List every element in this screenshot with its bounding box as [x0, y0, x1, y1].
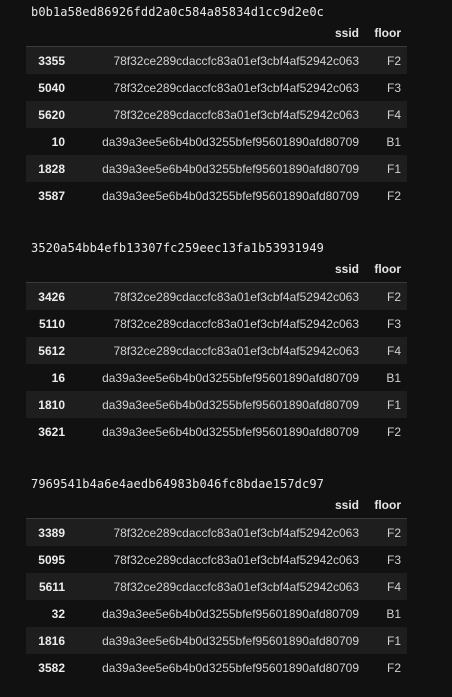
ssid-cell: 78f32ce289cdaccfc83a01ef3cbf4af52942c063	[71, 282, 365, 310]
row-index: 5095	[26, 546, 71, 573]
floor-cell: F1	[365, 391, 407, 418]
row-index: 1816	[26, 627, 71, 654]
ssid-cell: da39a3ee5e6b4b0d3255bfef95601890afd80709	[71, 182, 365, 209]
ssid-cell: 78f32ce289cdaccfc83a01ef3cbf4af52942c063	[71, 573, 365, 600]
ssid-cell: da39a3ee5e6b4b0d3255bfef95601890afd80709	[71, 600, 365, 627]
row-index: 1810	[26, 391, 71, 418]
index-column-header	[26, 491, 71, 519]
row-index: 5040	[26, 74, 71, 101]
floor-cell: F2	[365, 46, 407, 74]
ssid-cell: 78f32ce289cdaccfc83a01ef3cbf4af52942c063	[71, 310, 365, 337]
floor-cell: F2	[365, 518, 407, 546]
floor-cell: B1	[365, 128, 407, 155]
table-row: 10 da39a3ee5e6b4b0d3255bfef95601890afd807…	[26, 128, 407, 155]
floor-cell: B1	[365, 600, 407, 627]
table-row: 5620 78f32ce289cdaccfc83a01ef3cbf4af52942…	[26, 101, 407, 128]
ssid-cell: 78f32ce289cdaccfc83a01ef3cbf4af52942c063	[71, 101, 365, 128]
ssid-cell: da39a3ee5e6b4b0d3255bfef95601890afd80709	[71, 418, 365, 445]
floor-cell: F3	[365, 74, 407, 101]
floor-cell: F4	[365, 573, 407, 600]
row-index: 3587	[26, 182, 71, 209]
table-row: 3355 78f32ce289cdaccfc83a01ef3cbf4af52942…	[26, 46, 407, 74]
row-index: 3426	[26, 282, 71, 310]
floor-cell: F3	[365, 546, 407, 573]
table-row: 3426 78f32ce289cdaccfc83a01ef3cbf4af52942…	[26, 282, 407, 310]
row-index: 5611	[26, 573, 71, 600]
floor-cell: F4	[365, 337, 407, 364]
floor-cell: F2	[365, 654, 407, 681]
ssid-column-header: ssid	[71, 491, 365, 519]
table-row: 1828 da39a3ee5e6b4b0d3255bfef95601890afd8…	[26, 155, 407, 182]
row-index: 3355	[26, 46, 71, 74]
table-row: 1810 da39a3ee5e6b4b0d3255bfef95601890afd8…	[26, 391, 407, 418]
ssid-cell: 78f32ce289cdaccfc83a01ef3cbf4af52942c063	[71, 74, 365, 101]
ssid-cell: da39a3ee5e6b4b0d3255bfef95601890afd80709	[71, 654, 365, 681]
row-index: 5612	[26, 337, 71, 364]
dataframe-table: ssid floor 3355 78f32ce289cdaccfc83a01ef3…	[26, 19, 407, 209]
table-row: 5095 78f32ce289cdaccfc83a01ef3cbf4af52942…	[26, 546, 407, 573]
dataframe-table: ssid floor 3426 78f32ce289cdaccfc83a01ef3…	[26, 255, 407, 445]
table-header-row: ssid floor	[26, 255, 407, 283]
ssid-column-header: ssid	[71, 255, 365, 283]
table-row: 5612 78f32ce289cdaccfc83a01ef3cbf4af52942…	[26, 337, 407, 364]
table-header-row: ssid floor	[26, 491, 407, 519]
table-row: 32 da39a3ee5e6b4b0d3255bfef95601890afd807…	[26, 600, 407, 627]
row-index: 16	[26, 364, 71, 391]
floor-cell: F3	[365, 310, 407, 337]
table-row: 1816 da39a3ee5e6b4b0d3255bfef95601890afd8…	[26, 627, 407, 654]
row-index: 3582	[26, 654, 71, 681]
row-index: 10	[26, 128, 71, 155]
ssid-column-header: ssid	[71, 19, 365, 47]
ssid-cell: da39a3ee5e6b4b0d3255bfef95601890afd80709	[71, 627, 365, 654]
dataframe-title: 3520a54bb4efb13307fc259eec13fa1b53931949	[31, 241, 324, 255]
table-row: 5611 78f32ce289cdaccfc83a01ef3cbf4af52942…	[26, 573, 407, 600]
floor-cell: F4	[365, 101, 407, 128]
row-index: 3621	[26, 418, 71, 445]
index-column-header	[26, 19, 71, 47]
floor-cell: F2	[365, 182, 407, 209]
dataframe-title: b0b1a58ed86926fdd2a0c584a85834d1cc9d2e0c	[31, 5, 324, 19]
table-row: 3389 78f32ce289cdaccfc83a01ef3cbf4af52942…	[26, 518, 407, 546]
row-index: 3389	[26, 518, 71, 546]
ssid-cell: da39a3ee5e6b4b0d3255bfef95601890afd80709	[71, 128, 365, 155]
floor-cell: B1	[365, 364, 407, 391]
dataframe-title: 7969541b4a6e4aedb64983b046fc8bdae157dc97	[31, 477, 324, 491]
row-index: 32	[26, 600, 71, 627]
dataframe-table: ssid floor 3389 78f32ce289cdaccfc83a01ef3…	[26, 491, 407, 681]
ssid-cell: 78f32ce289cdaccfc83a01ef3cbf4af52942c063	[71, 46, 365, 74]
floor-column-header: floor	[365, 255, 407, 283]
table-header-row: ssid floor	[26, 19, 407, 47]
table-row: 5110 78f32ce289cdaccfc83a01ef3cbf4af52942…	[26, 310, 407, 337]
table-row: 3587 da39a3ee5e6b4b0d3255bfef95601890afd8…	[26, 182, 407, 209]
row-index: 5620	[26, 101, 71, 128]
floor-cell: F1	[365, 155, 407, 182]
floor-column-header: floor	[365, 491, 407, 519]
ssid-cell: da39a3ee5e6b4b0d3255bfef95601890afd80709	[71, 155, 365, 182]
ssid-cell: da39a3ee5e6b4b0d3255bfef95601890afd80709	[71, 391, 365, 418]
table-row: 5040 78f32ce289cdaccfc83a01ef3cbf4af52942…	[26, 74, 407, 101]
floor-column-header: floor	[365, 19, 407, 47]
row-index: 5110	[26, 310, 71, 337]
floor-cell: F2	[365, 282, 407, 310]
ssid-cell: da39a3ee5e6b4b0d3255bfef95601890afd80709	[71, 364, 365, 391]
ssid-cell: 78f32ce289cdaccfc83a01ef3cbf4af52942c063	[71, 546, 365, 573]
table-row: 3621 da39a3ee5e6b4b0d3255bfef95601890afd8…	[26, 418, 407, 445]
ssid-cell: 78f32ce289cdaccfc83a01ef3cbf4af52942c063	[71, 337, 365, 364]
index-column-header	[26, 255, 71, 283]
floor-cell: F1	[365, 627, 407, 654]
row-index: 1828	[26, 155, 71, 182]
table-row: 16 da39a3ee5e6b4b0d3255bfef95601890afd807…	[26, 364, 407, 391]
table-row: 3582 da39a3ee5e6b4b0d3255bfef95601890afd8…	[26, 654, 407, 681]
floor-cell: F2	[365, 418, 407, 445]
ssid-cell: 78f32ce289cdaccfc83a01ef3cbf4af52942c063	[71, 518, 365, 546]
